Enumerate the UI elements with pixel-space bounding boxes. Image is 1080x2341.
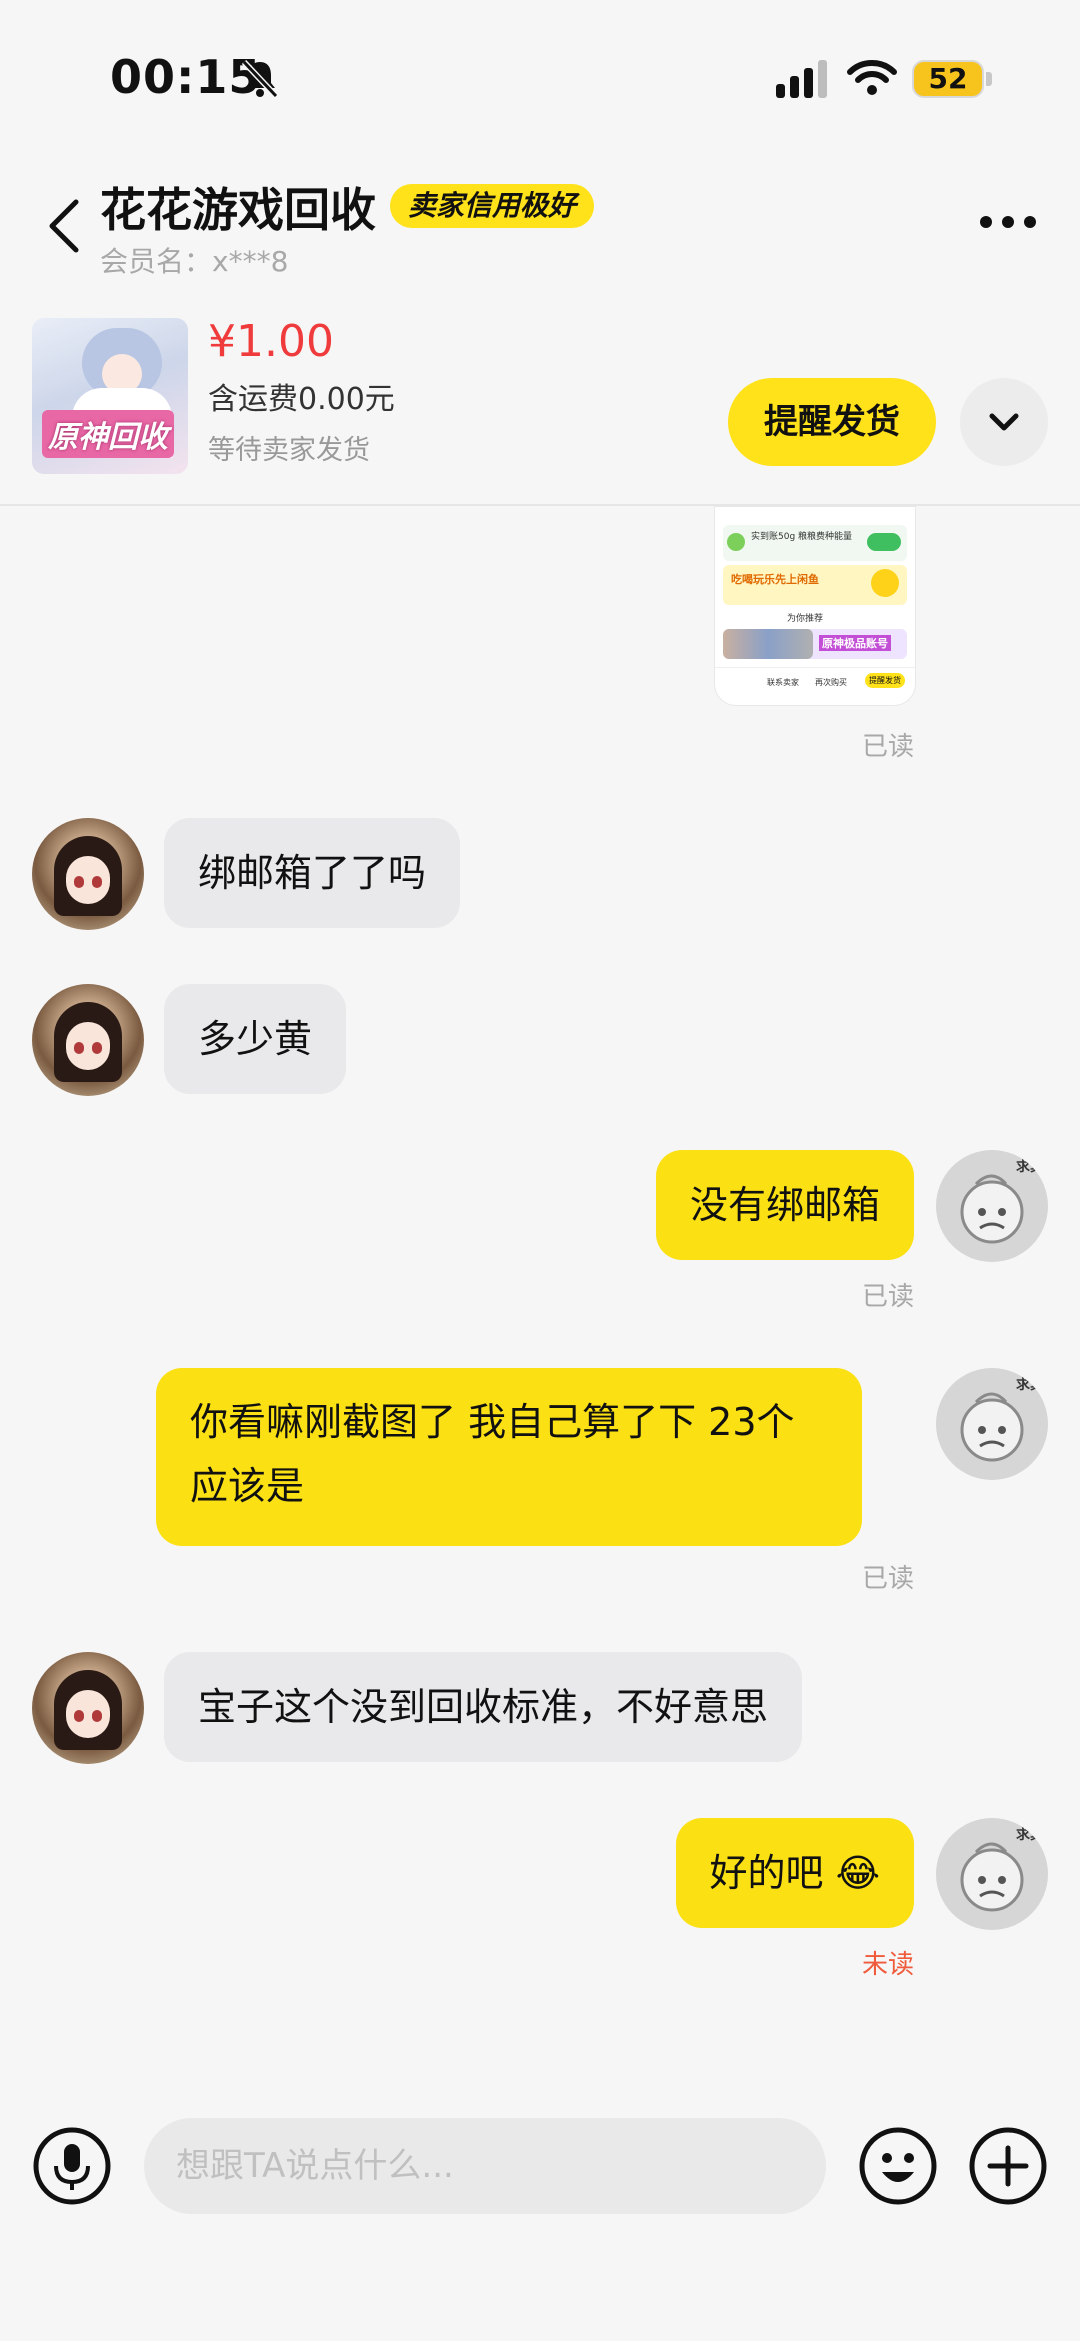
- preview-text-2: 吃喝玩乐先上闲鱼: [731, 573, 819, 586]
- preview-text-1: 实到账50g 粮粮费种能量: [751, 532, 853, 542]
- avatar[interactable]: 求真: [936, 1818, 1048, 1930]
- avatar[interactable]: 求真: [936, 1150, 1048, 1262]
- unread-status: 未读: [862, 1950, 915, 1980]
- credit-badge: 卖家信用极好: [390, 184, 595, 228]
- microphone-icon[interactable]: [32, 2126, 112, 2206]
- remind-ship-button[interactable]: 提醒发货: [728, 378, 936, 466]
- preview-text-4: 原神极品账号: [819, 635, 891, 651]
- message-bubble[interactable]: 好的吧 😂: [675, 1818, 914, 1928]
- back-icon[interactable]: [44, 196, 84, 256]
- avatar-tag: 求真: [1016, 1377, 1044, 1393]
- preview-pill: [867, 533, 901, 551]
- preview-divider: [715, 667, 915, 668]
- avatar-tag: 求真: [1016, 1159, 1044, 1175]
- avatar-tag: 求真: [1016, 1827, 1044, 1843]
- member-name: 会员名：x***8: [100, 245, 289, 278]
- message-bubble[interactable]: 多少黄: [164, 984, 347, 1094]
- emoji-icon[interactable]: [858, 2126, 938, 2206]
- image-message[interactable]: 实到账50g 粮粮费种能量 吃喝玩乐先上闲鱼 为你推荐 原神极品账号 联系卖家 …: [714, 506, 916, 706]
- message-input[interactable]: [144, 2118, 826, 2214]
- product-shipping: 含运费0.00元: [208, 382, 395, 417]
- order-status: 等待卖家发货: [208, 435, 370, 466]
- read-status: 已读: [862, 1282, 915, 1312]
- battery-icon: 52: [912, 60, 984, 98]
- bell-muted-icon: [241, 59, 279, 99]
- avatar[interactable]: [32, 818, 144, 930]
- preview-text-7: 提醒发货: [865, 673, 905, 688]
- thumb-text: 原神回收: [42, 410, 174, 458]
- preview-text-5: 联系卖家: [767, 678, 799, 687]
- shop-name[interactable]: 花花游戏回收: [100, 174, 376, 240]
- avatar[interactable]: 求真: [936, 1368, 1048, 1480]
- preview-images: [723, 629, 813, 659]
- avatar[interactable]: [32, 1652, 144, 1764]
- plus-icon[interactable]: [968, 2126, 1048, 2206]
- preview-text-3: 为你推荐: [787, 614, 824, 624]
- message-bubble[interactable]: 你看嘛刚截图了 我自己算了下 23个应该是: [156, 1368, 862, 1546]
- chevron-down-icon: [989, 413, 1019, 431]
- preview-row-4: 原神极品账号: [723, 629, 907, 659]
- message-bubble[interactable]: 绑邮箱了了吗: [164, 818, 461, 928]
- message-bubble[interactable]: 宝子这个没到回收标准，不好意思: [164, 1652, 803, 1762]
- preview-text-6: 再次购买: [815, 678, 847, 687]
- more-icon[interactable]: [978, 212, 1038, 232]
- status-bar: 00:15 52: [0, 0, 1080, 160]
- preview-row-1: 实到账50g 粮粮费种能量: [723, 525, 907, 561]
- message-bubble[interactable]: 没有绑邮箱: [655, 1150, 914, 1260]
- product-bar[interactable]: 原神回收 ¥1.00 含运费0.00元 等待卖家发货 提醒发货: [0, 300, 1080, 506]
- expand-button[interactable]: [960, 378, 1048, 466]
- read-status: 已读: [862, 1564, 915, 1594]
- battery-tip: [986, 72, 992, 86]
- avatar[interactable]: [32, 984, 144, 1096]
- preview-row-2: 吃喝玩乐先上闲鱼: [723, 565, 907, 605]
- read-status: 已读: [862, 732, 915, 762]
- signal-icon: [776, 60, 827, 98]
- preview-dot: [727, 533, 745, 551]
- product-price: ¥1.00: [208, 316, 334, 367]
- chat-header: 花花游戏回收 卖家信用极好 会员名：x***8: [0, 160, 1080, 280]
- product-thumbnail[interactable]: 原神回收: [32, 318, 188, 474]
- wifi-icon: [847, 60, 897, 95]
- preview-mascot: [871, 569, 899, 597]
